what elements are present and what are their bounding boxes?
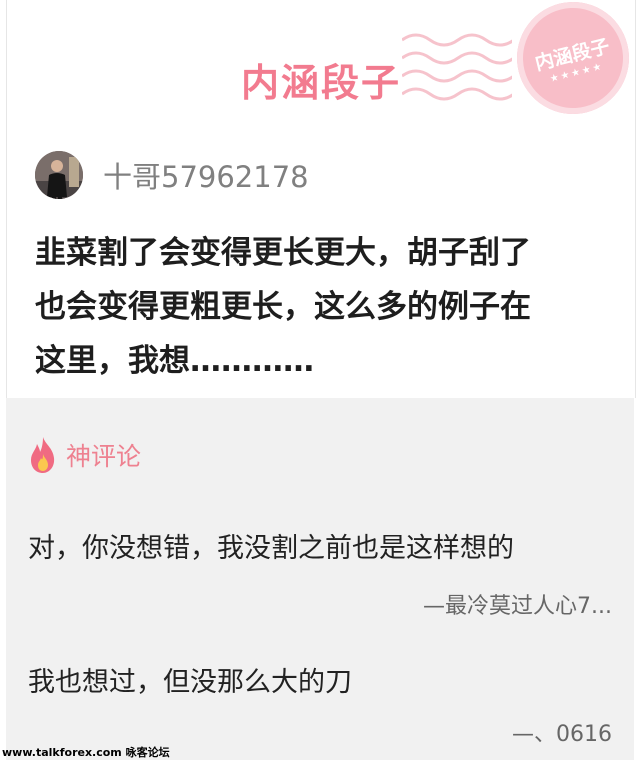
post-author[interactable]: 十哥57962178	[35, 150, 309, 200]
avatar[interactable]	[35, 151, 83, 199]
post-line: 也会变得更粗更长，这么多的例子在	[35, 289, 531, 325]
avatar-image	[35, 151, 83, 199]
brand-title: 内涵段子	[240, 61, 401, 105]
post-card: 内涵段子 ★★★★★ 内涵段子 十哥57962178 韭菜割了会变得更长更大，胡…	[6, 0, 640, 398]
section-header: 神评论	[28, 436, 141, 474]
author-name[interactable]: 十哥57962178	[103, 154, 309, 196]
comment-user[interactable]: —最冷莫过人心7...	[423, 588, 612, 620]
section-title: 神评论	[66, 442, 142, 471]
god-comments-section: 神评论 对，你没想错，我没割之前也是这样想的 —最冷莫过人心7... 我也想过，…	[6, 398, 634, 760]
post-content: 韭菜割了会变得更长更大，胡子刮了 也会变得更粗更长，这么多的例子在 这里，我想……	[35, 226, 625, 388]
comment-user[interactable]: —、0616	[512, 716, 612, 748]
watermark: www.talkforex.com 咏客论坛	[2, 746, 170, 759]
post-line: 韭菜割了会变得更长更大，胡子刮了	[35, 235, 531, 271]
flame-icon	[31, 437, 55, 473]
post-line: 这里，我想…………	[35, 343, 314, 379]
comment-text: 我也想过，但没那么大的刀	[28, 667, 352, 698]
comment-text: 对，你没想错，我没割之前也是这样想的	[28, 533, 514, 564]
